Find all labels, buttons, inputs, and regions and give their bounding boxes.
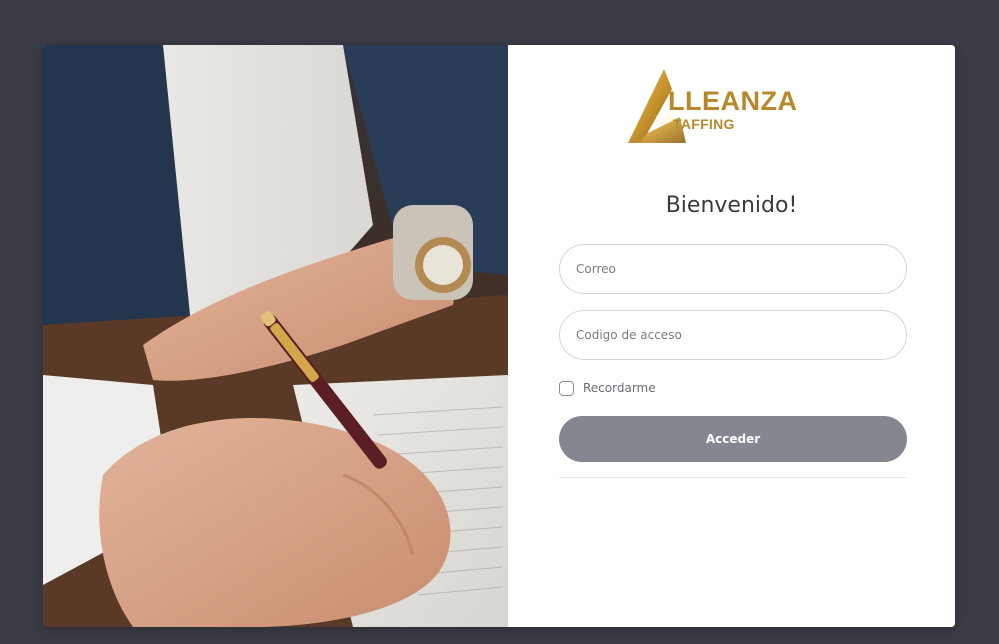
email-field[interactable] <box>559 244 907 294</box>
remember-me-row[interactable]: Recordarme <box>559 379 656 397</box>
login-button[interactable]: Acceder <box>559 416 907 462</box>
divider <box>559 477 907 478</box>
welcome-title: Bienvenido! <box>665 193 798 218</box>
brand-subtitle: TAFFING <box>673 116 735 132</box>
brand-logo: LLEANZA TAFFING <box>628 67 848 147</box>
login-form-panel: LLEANZA TAFFING Bienvenido! Recordarme A… <box>508 45 955 627</box>
person-signing-document-photo <box>43 45 508 627</box>
brand-wordmark: LLEANZA <box>668 86 798 116</box>
access-code-field[interactable] <box>559 310 907 360</box>
hero-photo <box>43 45 508 627</box>
login-card: LLEANZA TAFFING Bienvenido! Recordarme A… <box>43 45 955 627</box>
remember-me-checkbox[interactable] <box>559 380 574 396</box>
remember-me-label[interactable]: Recordarme <box>583 381 656 395</box>
